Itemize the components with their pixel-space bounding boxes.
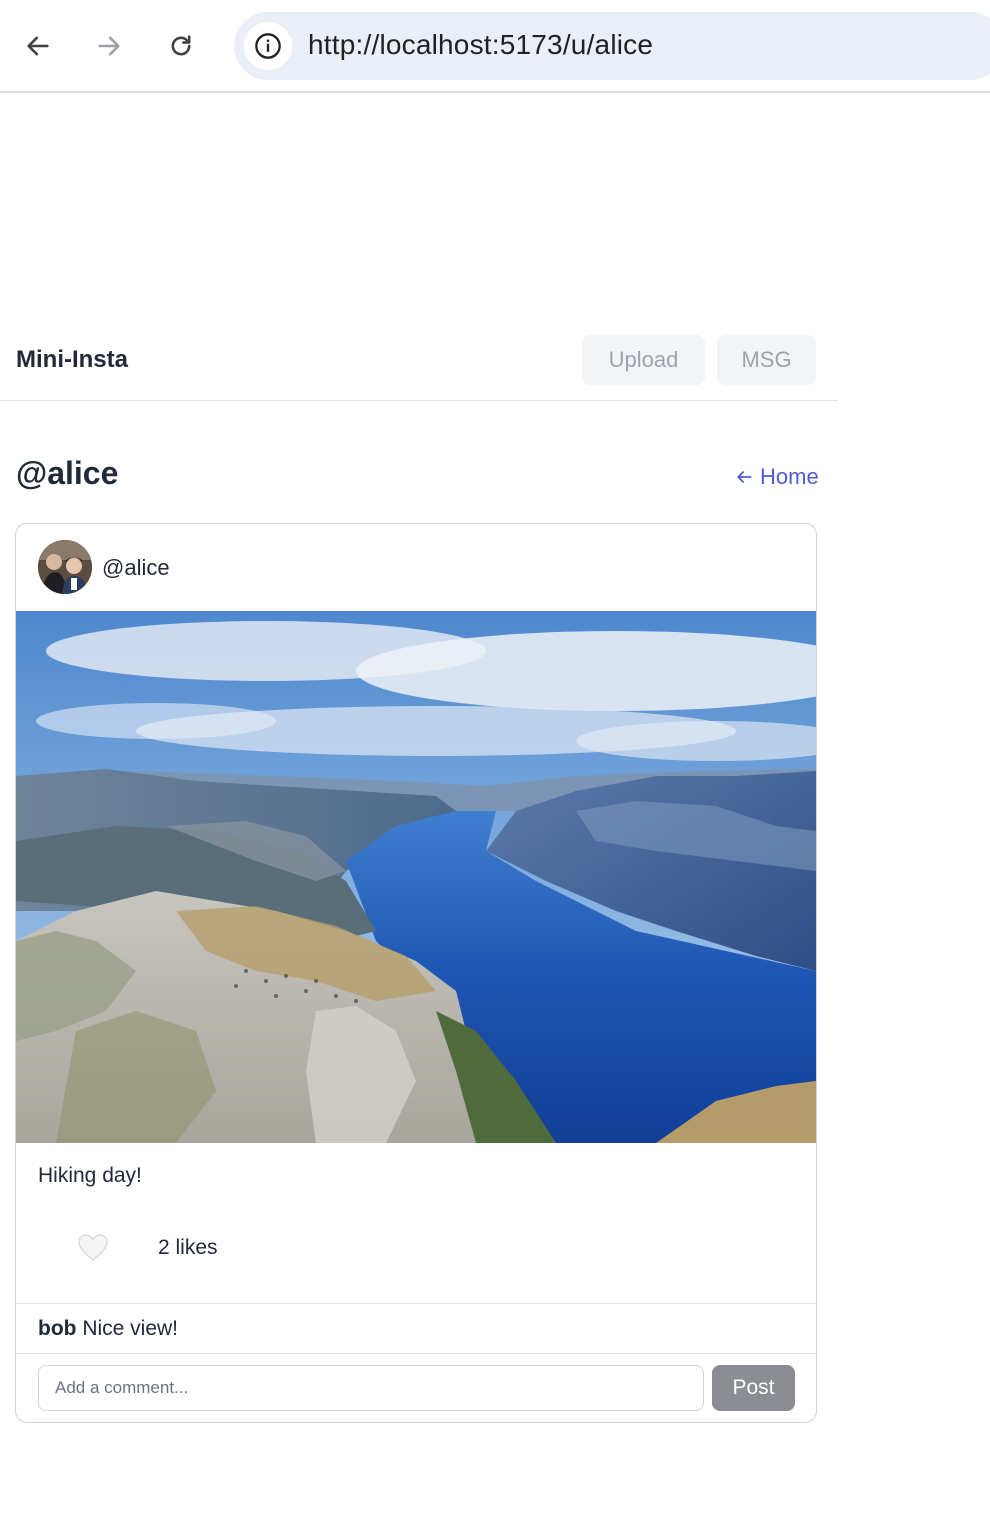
post-caption: Hiking day!	[38, 1164, 142, 1187]
browser-toolbar: http://localhost:5173/u/alice	[0, 0, 990, 93]
comment-author[interactable]: bob	[38, 1317, 76, 1340]
site-info-button[interactable]	[244, 22, 292, 70]
reload-icon	[171, 35, 191, 56]
avatar-image	[38, 540, 92, 594]
post-comment-button[interactable]: Post	[712, 1365, 795, 1411]
arrow-left-icon	[737, 471, 752, 483]
post-image[interactable]	[16, 611, 816, 1143]
upload-button[interactable]: Upload	[582, 335, 705, 385]
post-header: @alice	[16, 524, 816, 611]
back-button[interactable]	[18, 26, 58, 66]
msg-button[interactable]: MSG	[717, 335, 816, 385]
info-icon	[255, 33, 281, 59]
like-button[interactable]	[76, 1231, 110, 1265]
brand-logo[interactable]: Mini-Insta	[16, 346, 128, 374]
post-card: @alice Hiking day! 2 likes bob Nice view…	[15, 523, 817, 1423]
avatar[interactable]	[38, 540, 92, 594]
comment-input[interactable]	[38, 1365, 704, 1411]
back-arrow-icon	[27, 36, 49, 56]
comment-list: bob Nice view!	[16, 1303, 816, 1354]
fjord-photo	[16, 611, 816, 1143]
like-count: 2 likes	[158, 1236, 218, 1259]
forward-arrow-icon	[98, 36, 120, 56]
url-text[interactable]: http://localhost:5173/u/alice	[308, 29, 653, 61]
reload-button[interactable]	[161, 26, 201, 66]
address-bar[interactable]: http://localhost:5173/u/alice	[234, 12, 990, 80]
app-header: Mini-Insta Upload MSG	[0, 320, 838, 401]
post-author[interactable]: @alice	[102, 555, 170, 581]
white-heart-icon	[78, 1234, 108, 1261]
home-link[interactable]: Home	[734, 464, 819, 490]
forward-button[interactable]	[89, 26, 129, 66]
comment-item: bob Nice view!	[38, 1317, 178, 1341]
page-title: @alice	[16, 455, 119, 491]
comment-text: Nice view!	[82, 1317, 179, 1340]
like-row: 2 likes	[76, 1228, 218, 1268]
home-link-label: Home	[760, 464, 819, 489]
